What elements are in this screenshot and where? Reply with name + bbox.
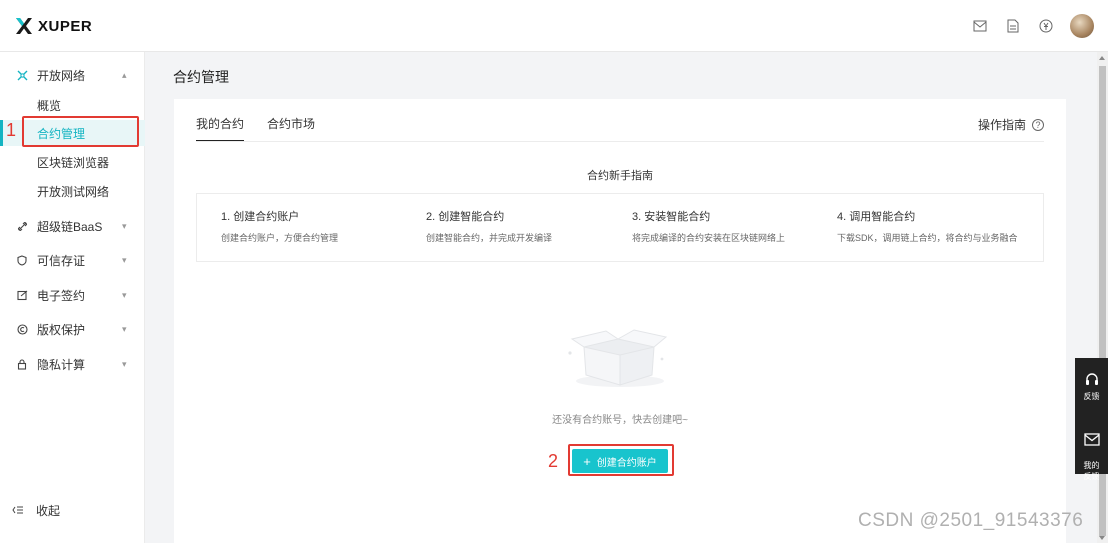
- sign-icon: [16, 289, 28, 301]
- guide-steps: 1. 创建合约账户 创建合约账户，方便合约管理 2. 创建智能合约 创建智能合约…: [196, 193, 1044, 262]
- document-icon[interactable]: [1001, 14, 1025, 38]
- feedback-panel: 反馈 我的 反馈: [1075, 358, 1108, 481]
- avatar[interactable]: [1070, 14, 1094, 38]
- copyright-icon: [16, 323, 28, 335]
- sidebar-group-copyright[interactable]: 版权保护 ▾: [0, 318, 145, 340]
- sidebar-group-label: 版权保护: [37, 322, 86, 337]
- my-feedback-label: 我的 反馈: [1083, 461, 1100, 481]
- sidebar-collapse-button[interactable]: 收起: [12, 502, 60, 519]
- scroll-up-icon[interactable]: [1099, 56, 1105, 60]
- annotation-box-2: [568, 444, 674, 476]
- sidebar-group-label: 开放网络: [37, 68, 86, 83]
- tab-my-contracts[interactable]: 我的合约: [196, 115, 245, 142]
- sidebar-group-label: 可信存证: [37, 253, 86, 268]
- sidebar-item-overview[interactable]: 概览: [0, 92, 145, 118]
- my-feedback-button[interactable]: 我的 反馈: [1075, 422, 1108, 482]
- sidebar-item-label: 开放测试网络: [37, 184, 110, 199]
- mail-icon[interactable]: [968, 14, 992, 38]
- guide-step-desc: 创建合约账户，方便合约管理: [221, 233, 339, 243]
- guide-title: 合约新手指南: [587, 170, 653, 182]
- main-card: 我的合约 合约市场 操作指南 ? 合约新手指南 1. 创建合约账户 创建合约账户…: [174, 99, 1066, 543]
- chevron-down-icon: ▾: [122, 220, 127, 231]
- feedback-label: 反馈: [1083, 392, 1100, 401]
- currency-icon[interactable]: [1034, 14, 1058, 38]
- chevron-down-icon: ▾: [122, 289, 127, 300]
- shield-icon: [16, 254, 28, 266]
- chevron-down-icon: ▾: [122, 323, 127, 334]
- tab-divider: [196, 141, 1044, 142]
- sidebar-item-label: 概览: [37, 98, 62, 113]
- collapse-label: 收起: [36, 504, 61, 518]
- network-icon: [16, 69, 28, 81]
- collapse-icon: [12, 504, 24, 518]
- sidebar-item-test-network[interactable]: 开放测试网络: [0, 178, 145, 204]
- guide-step-2: 2. 创建智能合约 创建智能合约，并完成开发编译: [426, 208, 552, 244]
- guide-step-desc: 下载SDK，调用链上合约，将合约与业务融合: [837, 233, 1018, 243]
- watermark: CSDN @2501_91543376: [858, 510, 1084, 531]
- sidebar-group-label: 电子签约: [37, 288, 86, 303]
- question-icon: ?: [1032, 118, 1044, 131]
- feedback-button[interactable]: 反馈: [1075, 372, 1108, 402]
- sidebar-item-label: 区块链浏览器: [37, 155, 110, 170]
- chevron-down-icon: ▾: [122, 358, 127, 369]
- sidebar-group-baas[interactable]: 超级链BaaS ▾: [0, 215, 145, 237]
- top-bar: XUPER: [0, 0, 1108, 52]
- sidebar-group-e-sign[interactable]: 电子签约 ▾: [0, 284, 145, 306]
- guide-step-3: 3. 安装智能合约 将完成编译的合约安装在区块链网络上: [632, 208, 785, 244]
- tab-contract-market[interactable]: 合约市场: [267, 115, 315, 142]
- sidebar-item-blockchain-explorer[interactable]: 区块链浏览器: [0, 149, 145, 175]
- chevron-up-icon: ▴: [122, 69, 127, 80]
- guide-step-desc: 创建智能合约，并完成开发编译: [426, 233, 553, 243]
- annotation-number-1: 1: [6, 120, 17, 140]
- guide-step-title: 1. 创建合约账户: [221, 211, 300, 223]
- chain-icon: [16, 220, 28, 232]
- chevron-down-icon: ▾: [122, 254, 127, 265]
- annotation-box-1: [22, 116, 139, 147]
- guide-step-title: 4. 调用智能合约: [837, 211, 916, 223]
- brand-name: XUPER: [38, 17, 93, 35]
- empty-box-icon: [562, 319, 674, 389]
- sidebar-group-label: 隐私计算: [37, 357, 86, 372]
- lock-icon: [16, 358, 28, 370]
- guide-step-desc: 将完成编译的合约安装在区块链网络上: [632, 233, 786, 243]
- sidebar-group-privacy[interactable]: 隐私计算 ▾: [0, 353, 145, 375]
- sidebar-group-trusted-evidence[interactable]: 可信存证 ▾: [0, 249, 145, 271]
- guide-step-1: 1. 创建合约账户 创建合约账户，方便合约管理: [221, 208, 338, 244]
- empty-state-text: 还没有合约账号，快去创建吧~: [552, 415, 688, 426]
- headset-icon: [1085, 373, 1098, 385]
- sidebar-group-label: 超级链BaaS: [37, 219, 103, 234]
- guide-step-title: 3. 安装智能合约: [632, 211, 711, 223]
- xuper-logo-icon: [14, 16, 34, 36]
- scroll-down-icon[interactable]: [1099, 536, 1105, 540]
- operation-guide-label: 操作指南: [977, 118, 1026, 132]
- sidebar-group-open-network[interactable]: 开放网络 ▴: [0, 64, 145, 86]
- annotation-number-2: 2: [548, 451, 559, 471]
- operation-guide-link[interactable]: 操作指南 ?: [978, 116, 1044, 133]
- brand-logo[interactable]: XUPER: [14, 16, 92, 36]
- mail-icon: [1083, 433, 1100, 446]
- guide-step-title: 2. 创建智能合约: [426, 211, 505, 223]
- page-title: 合约管理: [173, 69, 229, 85]
- guide-step-4: 4. 调用智能合约 下载SDK，调用链上合约，将合约与业务融合: [837, 208, 1018, 244]
